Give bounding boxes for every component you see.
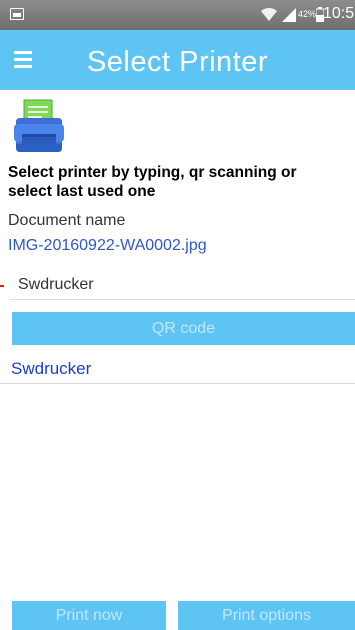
- status-bar: 42% 10:56: [0, 0, 355, 30]
- print-now-button[interactable]: Print now: [12, 601, 166, 630]
- battery-percent: 42%: [298, 9, 317, 19]
- recent-printer-label: Swdrucker: [11, 359, 92, 378]
- page-title: Select Printer: [86, 46, 269, 78]
- clock: 10:56: [323, 5, 355, 22]
- print-options-button[interactable]: Print options: [178, 601, 355, 630]
- app-bar: Select Printer: [0, 30, 355, 90]
- signal-icon: [282, 8, 296, 22]
- focus-marker: [0, 285, 4, 287]
- document-name-value: IMG-20160922-WA0002.jpg: [8, 237, 207, 254]
- wifi-icon: [261, 7, 277, 21]
- printer-icon: [14, 99, 64, 152]
- qr-code-button[interactable]: QR code: [12, 312, 355, 345]
- gallery-notification-icon: [10, 8, 24, 20]
- recent-printer-item[interactable]: Swdrucker: [0, 354, 355, 384]
- instructions-heading: Select printer by typing, qr scanning or…: [8, 164, 297, 200]
- printer-name-input[interactable]: [10, 270, 355, 300]
- document-name-label: Document name: [8, 212, 126, 229]
